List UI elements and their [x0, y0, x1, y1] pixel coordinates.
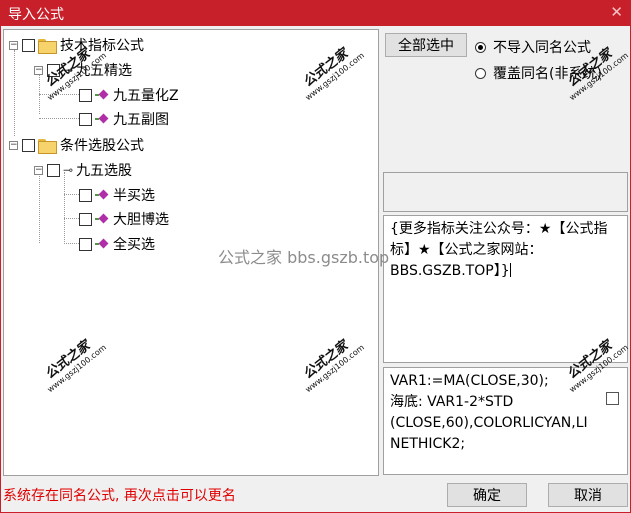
collapse-icon[interactable]: −: [9, 40, 18, 50]
tree-checkbox[interactable]: [47, 63, 60, 77]
formula-diamond-icon: [95, 88, 109, 102]
code-line: 海底: VAR1-2*STD: [390, 394, 514, 410]
title-bar: 导入公式 ✕: [0, 0, 631, 26]
tree-node-banmai[interactable]: 半买选: [79, 185, 155, 205]
collapse-icon[interactable]: −: [34, 65, 43, 75]
radio-label: 不导入同名公式: [493, 40, 591, 56]
tree-node-label: 九五量化Z: [113, 88, 179, 104]
formula-code-box[interactable]: VAR1:=MA(CLOSE,30); 海底: VAR1-2*STD (CLOS…: [383, 367, 628, 475]
tree-node-label: 条件选股公式: [60, 138, 144, 154]
code-line: NETHICK2;: [390, 436, 466, 452]
tree-node-jiuwu-futu[interactable]: 九五副图: [79, 109, 169, 129]
text-caret: [509, 263, 511, 277]
tree-node-label: 九五副图: [113, 112, 169, 128]
key-icon: ⊸: [63, 63, 74, 77]
formula-diamond-icon: [95, 112, 109, 126]
code-line: (CLOSE,60),COLORLICYAN,LI: [390, 415, 588, 431]
key-icon: ⊸: [63, 163, 74, 177]
select-all-button[interactable]: 全部选中: [385, 33, 467, 57]
status-message: 系统存在同名公式, 再次点击可以更名: [3, 488, 236, 504]
tree-checkbox[interactable]: [79, 88, 92, 102]
description-text: {更多指标关注公众号：★【公式指标】★【公式之家网站：BBS.GSZB.TOP】…: [390, 221, 608, 279]
tree-node-condition-formulas[interactable]: − 条件选股公式: [9, 135, 144, 155]
ok-button[interactable]: 确定: [447, 483, 527, 507]
tree-node-label: 全买选: [113, 237, 155, 253]
code-checkbox[interactable]: [606, 392, 619, 405]
radio-dot-checked[interactable]: [475, 41, 486, 53]
tree-node-jiuwu-jingxuan[interactable]: − ⊸ 九五精选: [34, 60, 132, 80]
tree-checkbox[interactable]: [79, 188, 92, 202]
tree-checkbox[interactable]: [22, 138, 35, 152]
tree-node-label: 半买选: [113, 188, 155, 204]
radio-no-import-same[interactable]: 不导入同名公式: [475, 37, 591, 57]
tree-checkbox[interactable]: [47, 163, 60, 177]
collapse-icon[interactable]: −: [9, 140, 18, 150]
tree-node-tech-formulas[interactable]: − 技术指标公式: [9, 35, 144, 55]
tree-node-jiuwu-lianghua[interactable]: 九五量化Z: [79, 85, 179, 105]
close-icon[interactable]: ✕: [610, 3, 623, 21]
folder-icon: [38, 138, 57, 154]
cancel-button[interactable]: 取消: [548, 483, 628, 507]
window-title: 导入公式: [8, 7, 64, 23]
code-line: VAR1:=MA(CLOSE,30);: [390, 373, 549, 389]
tree-checkbox[interactable]: [79, 237, 92, 251]
tree-checkbox[interactable]: [79, 212, 92, 226]
description-box[interactable]: {更多指标关注公众号：★【公式指标】★【公式之家网站：BBS.GSZB.TOP】…: [383, 215, 628, 363]
radio-label: 覆盖同名(非系统): [493, 66, 602, 82]
collapse-icon[interactable]: −: [34, 165, 43, 175]
formula-diamond-icon: [95, 237, 109, 251]
tree-checkbox[interactable]: [79, 112, 92, 126]
tree-node-jiuwu-xuangu[interactable]: − ⊸ 九五选股: [34, 160, 132, 180]
tree-node-dadan[interactable]: 大胆博选: [79, 209, 169, 229]
tree-node-label: 九五精选: [76, 63, 133, 79]
radio-overwrite-same[interactable]: 覆盖同名(非系统): [475, 63, 602, 83]
formula-diamond-icon: [95, 212, 109, 226]
tree-checkbox[interactable]: [22, 38, 35, 52]
info-panel: [383, 172, 628, 212]
folder-icon: [38, 38, 57, 54]
tree-node-label: 九五选股: [76, 163, 133, 179]
tree-node-quanmai[interactable]: 全买选: [79, 234, 155, 254]
formula-diamond-icon: [95, 188, 109, 202]
radio-dot[interactable]: [475, 67, 486, 79]
tree-node-label: 技术指标公式: [60, 38, 144, 54]
formula-tree[interactable]: − 技术指标公式 − ⊸ 九五精选 九五量化Z 九五副图 − 条件选股公式 − …: [3, 29, 379, 476]
tree-node-label: 大胆博选: [113, 212, 169, 228]
